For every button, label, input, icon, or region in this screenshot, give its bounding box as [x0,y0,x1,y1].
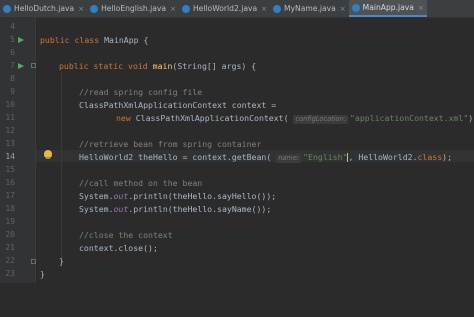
tab-label: HelloEnglish.java [101,4,167,13]
code-line-17: System.out.println(theHello.sayHello()); [79,191,276,201]
parameter-hint: name: [276,154,302,163]
code-text: .println(theHello.sayName()); [128,204,272,214]
java-class-icon [3,4,11,13]
code-text: (String[] args) { [172,61,257,71]
code-text: ); [442,152,453,162]
code-line-13: //retrieve bean from spring container [79,139,261,149]
run-arrow-icon[interactable] [18,37,24,43]
java-class-icon [351,3,360,12]
code-text: ClassPathXmlApplicationContext context = [79,100,277,110]
line-number: 23 [5,269,15,278]
editor-gutter[interactable]: 4 5 6 7 8 9 10 11 12 13 14 15 16 17 18 1… [0,17,36,283]
tab-helloworld2[interactable]: HelloWorld2.java × [179,0,270,17]
comment: //close the context [79,230,173,240]
line-number: 11 [5,113,15,122]
line-number-current: 14 [5,152,15,161]
code-text: System. [79,191,114,201]
code-line-22: } [59,256,64,266]
java-class-icon [181,4,190,13]
tab-helloenglish[interactable]: HelloEnglish.java × [87,0,179,17]
tab-myname[interactable]: MyName.java × [270,0,349,17]
comment: //retrieve bean from spring container [79,139,262,149]
editor-tab-bar: HelloDutch.java × HelloEnglish.java × He… [0,0,474,18]
tab-label: MyName.java [284,4,336,13]
line-number: 8 [10,74,15,83]
line-number: 19 [5,217,15,226]
fold-marker-icon[interactable] [31,259,36,264]
code-text: } [59,256,64,266]
fold-marker-icon[interactable] [31,63,36,68]
code-text: } [40,269,45,279]
code-text: .println(theHello.sayHello()); [128,191,277,201]
string-literal: "applicationContext.xml" [349,113,469,123]
line-number: 13 [5,139,15,148]
string-literal: "English" [303,152,348,162]
code-line-16: //call method on the bean [79,178,202,188]
static-field: out [113,204,129,214]
line-number: 9 [10,87,15,96]
tab-label: HelloWorld2.java [192,4,258,13]
line-number: 10 [5,100,15,109]
close-icon[interactable]: × [418,4,424,12]
code-text: ClassPathXmlApplicationContext( [135,113,289,123]
code-line-9: //read spring config file [79,87,202,97]
code-text: MainApp { [104,35,149,45]
tab-hellodutch[interactable]: HelloDutch.java × [0,0,87,17]
code-line-21: context.close(); [79,243,158,253]
line-number: 21 [5,243,15,252]
code-line-23: } [40,269,45,279]
line-number: 18 [5,204,15,213]
line-number: 5 [10,35,15,44]
tab-mainapp[interactable]: MainApp.java × [348,0,427,17]
run-arrow-icon[interactable] [18,63,24,69]
code-text: context.close(); [79,243,158,253]
code-line-18: System.out.println(theHello.sayName()); [79,204,271,214]
tab-label: MainApp.java [362,3,414,12]
code-line-10: ClassPathXmlApplicationContext context = [79,100,276,110]
static-field: out [113,191,129,201]
code-line-14: HelloWorld2 theHello = context.getBean( … [79,152,453,163]
java-class-icon [90,4,99,13]
code-editor[interactable]: public class MainApp { public static voi… [40,17,474,317]
line-number: 15 [5,165,15,174]
line-number: 6 [10,48,15,57]
keyword: new [116,113,136,123]
line-number: 17 [5,191,15,200]
keyword: public static void [59,61,153,71]
line-number: 12 [5,126,15,135]
close-icon[interactable]: × [340,5,346,13]
line-number: 22 [5,256,15,265]
code-line-20: //close the context [79,230,173,240]
line-number: 4 [10,22,15,31]
line-number: 7 [10,61,15,70]
close-icon[interactable]: × [78,5,84,13]
code-text: ); [468,113,474,123]
java-class-icon [273,4,281,13]
code-line-11: new ClassPathXmlApplicationContext( conf… [116,113,474,124]
code-line-5: public class MainApp { [40,35,148,45]
code-line-7: public static void main(String[] args) { [59,61,256,71]
tab-label: HelloDutch.java [14,4,75,13]
keyword: class [417,152,443,162]
indent-guide [61,72,62,267]
line-number: 16 [5,178,15,187]
method-name: main [152,61,173,71]
comment: //call method on the bean [79,178,203,188]
code-text: System. [79,204,114,214]
code-text: , HelloWorld2. [348,152,418,162]
close-icon[interactable]: × [170,5,176,13]
close-icon[interactable]: × [261,5,267,13]
code-text: HelloWorld2 theHello = context.getBean( [79,152,272,162]
parameter-hint: configLocation: [293,115,348,124]
keyword: public class [40,35,105,45]
comment: //read spring config file [79,87,203,97]
line-number: 20 [5,230,15,239]
